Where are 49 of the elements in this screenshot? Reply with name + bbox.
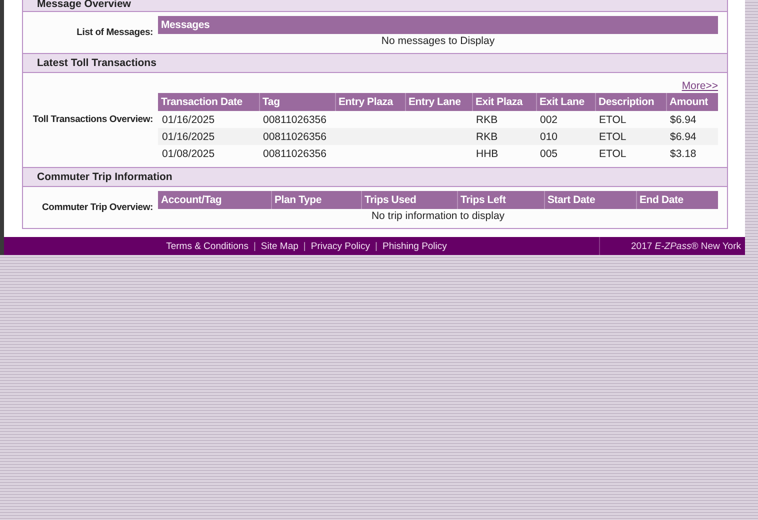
table-cell: 002 — [540, 114, 558, 126]
table-cell: 01/08/2025 — [162, 148, 215, 160]
column-header: Account/Tag — [158, 191, 271, 209]
empty-message: No trip information to display — [371, 210, 505, 222]
footer-link[interactable]: Privacy Policy — [310, 240, 370, 252]
section-header: Commuter Trip Information — [23, 167, 727, 187]
row-label: Toll Transactions Overview: — [32, 114, 153, 125]
row-label: Commuter Trip Overview: — [42, 202, 153, 212]
table-cell: 01/16/2025 — [162, 114, 215, 126]
column-header: Plan Type — [271, 191, 361, 209]
table-cell: 00811026356 — [263, 130, 326, 142]
copyright-text: 2017 E-ZPass® New York — [631, 240, 741, 252]
separator: | — [375, 240, 378, 252]
column-header: Exit Plaza — [472, 93, 536, 111]
table-cell: $3.18 — [670, 148, 696, 160]
table-cell: ETOL — [599, 148, 626, 160]
column-header: Entry Lane — [405, 93, 472, 111]
table-cell: ETOL — [599, 130, 626, 142]
column-header: Entry Plaza — [335, 93, 405, 111]
footer-link[interactable]: Site Map — [260, 240, 298, 252]
column-header: Trips Used — [361, 191, 457, 209]
table-cell: RKB — [476, 114, 498, 126]
table-cell: HHB — [476, 148, 498, 160]
column-header: Messages — [158, 16, 718, 34]
section-header: Latest Toll Transactions — [23, 53, 727, 73]
table-cell: $6.94 — [670, 130, 696, 142]
column-header: Description — [595, 93, 666, 111]
column-header: Trips Left — [457, 191, 544, 209]
column-header: Tag — [259, 93, 335, 111]
table-cell: 005 — [540, 148, 558, 160]
table-cell: 00811026356 — [263, 114, 326, 126]
table-cell: ETOL — [599, 114, 626, 126]
footer-link[interactable]: Terms & Conditions — [166, 240, 248, 252]
table-cell: $6.94 — [670, 114, 696, 126]
table-cell: 00811026356 — [263, 148, 326, 160]
more-link[interactable]: More>> — [682, 80, 718, 92]
table-cell: 01/16/2025 — [162, 130, 215, 142]
column-header: Transaction Date — [158, 93, 259, 111]
column-header: Start Date — [544, 191, 636, 209]
separator: | — [303, 240, 306, 252]
table-cell: 010 — [540, 130, 558, 142]
footer-link[interactable]: Phishing Policy — [382, 240, 447, 252]
column-header: Amount — [666, 93, 718, 111]
row-label: List of Messages: — [76, 26, 153, 38]
column-header: Exit Lane — [536, 93, 595, 111]
table-cell: RKB — [476, 130, 498, 142]
separator: | — [253, 240, 256, 252]
empty-message: No messages to Display — [381, 35, 495, 47]
column-header: End Date — [636, 191, 718, 209]
